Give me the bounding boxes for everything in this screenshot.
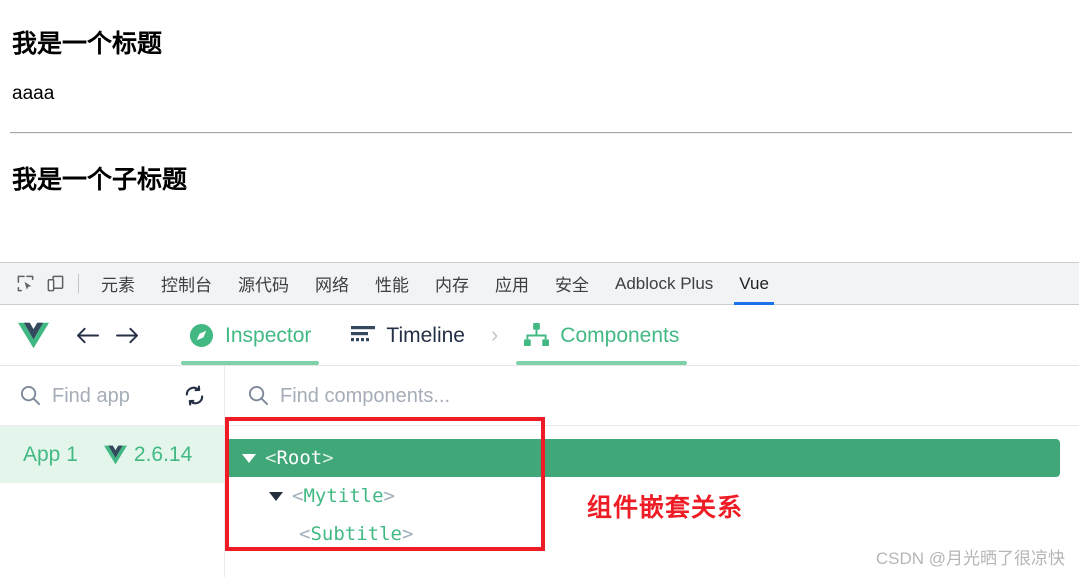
tab-memory[interactable]: 内存 [422,263,482,305]
app-list: App 1 2.6.14 [0,426,225,577]
annotation-note: 组件嵌套关系 [587,494,744,522]
page-content-area: 我是一个标题 aaaa 我是一个子标题 [0,0,1079,262]
device-toolbar-icon[interactable] [40,269,70,299]
tab-components[interactable]: Components [504,305,699,365]
component-name: Root [276,447,323,469]
search-row: Find app Find components... [0,366,1079,426]
vue-logo-icon [103,445,127,465]
tab-label: Inspector [225,323,312,347]
page-subtitle: 我是一个子标题 [12,166,188,194]
vue-devtools-header: Inspector Timeline › Components [0,305,1079,366]
toolbar-separator [78,274,79,293]
app-version: 2.6.14 [133,443,193,466]
tab-timeline[interactable]: Timeline [331,305,485,365]
watermark: CSDN @月光晒了很凉快 [875,549,1065,568]
tab-inspector[interactable]: Inspector [169,305,331,365]
tab-elements[interactable]: 元素 [88,263,148,305]
tab-label: 内存 [435,276,469,295]
tree-row[interactable]: < Root > [226,439,1060,477]
page-body-text: aaaa [12,83,55,104]
vue-logo-icon [18,322,49,349]
tag-close-angle: > [383,485,395,507]
tab-label: Vue [739,273,769,293]
tab-label: Timeline [386,323,465,347]
devtools-tab-bar: 元素 控制台 源代码 网络 性能 内存 应用 安全 Adblock Plus V… [0,262,1079,305]
content-divider [10,132,1072,134]
chevron-right-icon: › [490,322,499,347]
tab-label: 安全 [555,276,589,295]
tag-open-angle: < [265,447,277,469]
tag-open-angle: < [299,523,311,545]
refresh-icon[interactable] [183,384,206,407]
back-arrow-icon[interactable] [67,315,107,355]
app-list-item[interactable]: App 1 2.6.14 [0,426,224,483]
page-title: 我是一个标题 [12,30,163,58]
tag-close-angle: > [401,523,414,545]
find-app-input[interactable]: Find app [52,386,130,406]
find-components-pane: Find components... [225,366,1079,425]
tab-adblock-plus[interactable]: Adblock Plus [602,263,726,305]
forward-arrow-icon[interactable] [107,315,147,355]
tab-performance[interactable]: 性能 [362,263,422,305]
tab-label: Adblock Plus [615,273,714,293]
tab-label: 性能 [375,276,409,295]
tab-label: 源代码 [238,276,289,295]
compass-icon [189,323,214,348]
find-components-input[interactable]: Find components... [280,386,450,406]
tag-open-angle: < [292,485,304,507]
timeline-icon [351,325,376,345]
components-tree-icon [524,323,550,347]
tab-label: 应用 [495,276,529,295]
app-screen: 我是一个标题 aaaa 我是一个子标题 元素 控制台 源代码 网络 性能 内存 … [0,0,1079,577]
component-name: Mytitle [303,485,384,507]
tab-network[interactable]: 网络 [302,263,362,305]
app-name: App 1 [23,443,78,466]
tab-application[interactable]: 应用 [482,263,542,305]
tab-sources[interactable]: 源代码 [225,263,302,305]
component-name: Subtitle [310,523,402,545]
tab-label: 控制台 [161,276,212,295]
tag-close-angle: > [322,447,334,469]
search-icon [20,385,41,406]
tab-console[interactable]: 控制台 [148,263,225,305]
caret-down-icon[interactable] [269,491,283,501]
tab-label: Components [560,323,680,347]
tab-label: 网络 [315,276,349,295]
find-app-pane: Find app [0,366,225,425]
search-icon [248,385,269,406]
tab-vue[interactable]: Vue [726,263,782,305]
tab-label: 元素 [101,276,135,295]
tab-security[interactable]: 安全 [542,263,602,305]
inspect-element-icon[interactable] [10,269,40,299]
app-version-group: 2.6.14 [103,443,193,466]
caret-down-icon[interactable] [242,453,256,463]
